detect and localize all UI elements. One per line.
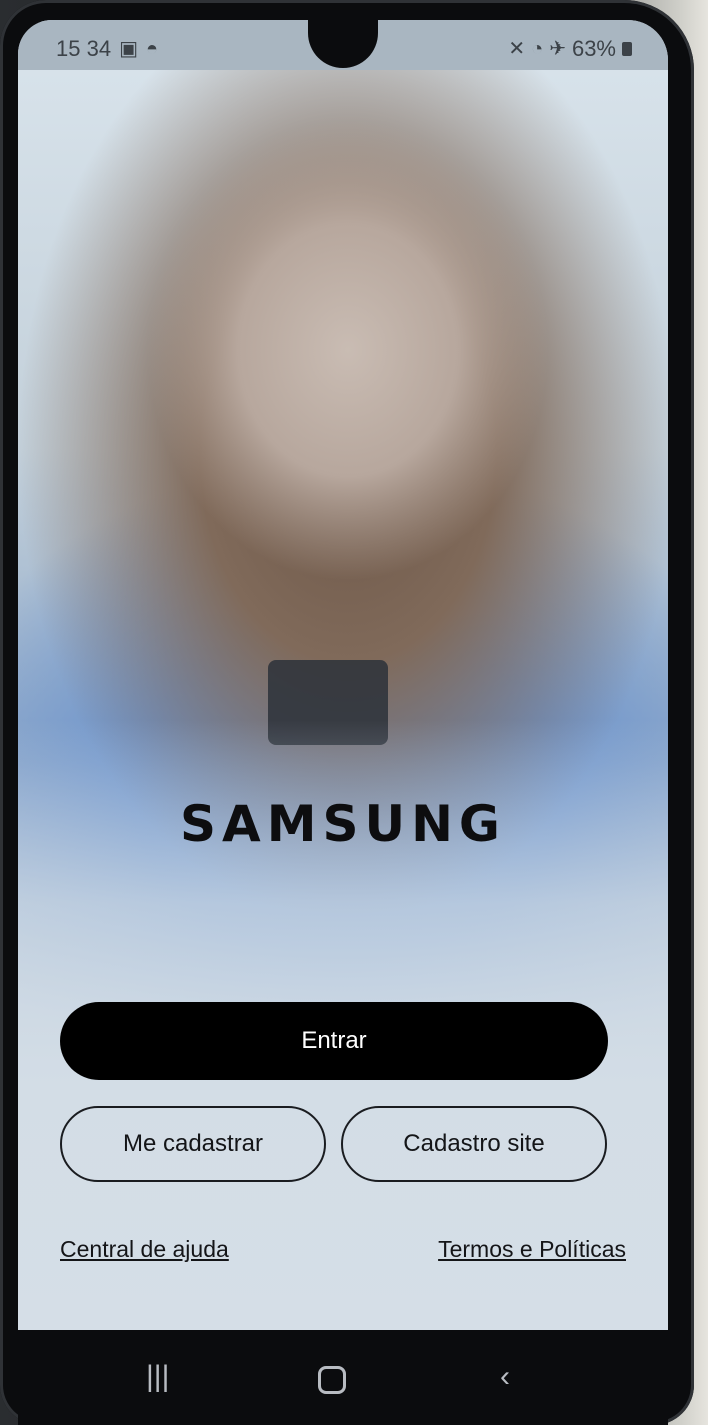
help-center-link[interactable]: Central de ajuda	[60, 1236, 229, 1263]
camera-notch	[308, 20, 378, 68]
mute-icon: ✕	[508, 38, 526, 60]
status-time: 15 34	[56, 36, 112, 61]
recent-apps-icon[interactable]: |||	[146, 1360, 169, 1394]
airplane-icon: ✈	[549, 38, 566, 60]
login-button[interactable]: Entrar	[60, 1002, 608, 1080]
back-icon[interactable]: ‹	[500, 1360, 510, 1394]
navigation-bar: ||| ‹	[18, 1330, 668, 1425]
app-screen: 15 34 ▣ ◓ ✕ ◔ ✈ 63% SAMSUNG Entrar Me ca…	[18, 20, 668, 1425]
status-bar: 15 34 ▣ ◓ ✕ ◔ ✈ 63%	[18, 20, 668, 70]
phone-device: 15 34 ▣ ◓ ✕ ◔ ✈ 63% SAMSUNG Entrar Me ca…	[0, 0, 694, 1425]
site-register-button[interactable]: Cadastro site	[341, 1106, 607, 1182]
wifi-icon: ◔	[531, 38, 544, 60]
terms-policies-link[interactable]: Termos e Políticas	[438, 1236, 626, 1263]
home-icon[interactable]	[318, 1360, 346, 1394]
status-right: ✕ ◔ ✈ 63%	[508, 36, 632, 62]
app-notification-icon: ◓	[145, 38, 159, 60]
register-button[interactable]: Me cadastrar	[60, 1106, 326, 1182]
gallery-notification-icon: ▣	[119, 38, 138, 60]
status-left: 15 34 ▣ ◓	[56, 36, 158, 62]
battery-icon	[622, 42, 632, 56]
samsung-logo: SAMSUNG	[180, 795, 506, 853]
battery-percentage: 63%	[571, 36, 616, 61]
